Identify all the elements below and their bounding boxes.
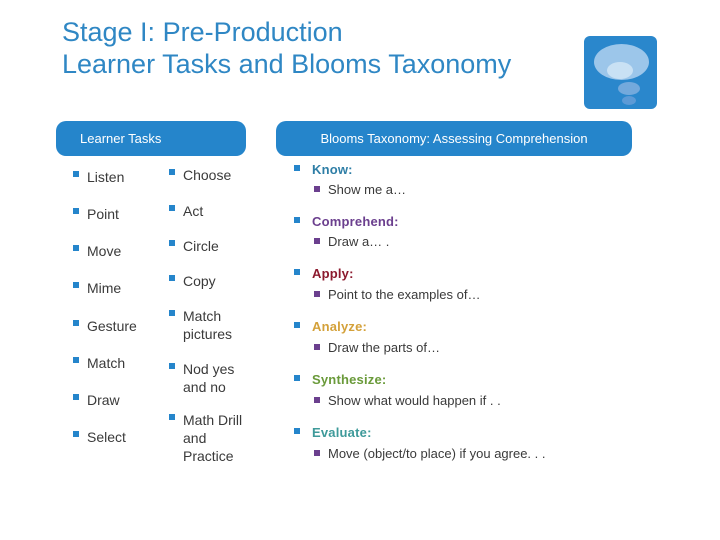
list-item: Draw — [73, 391, 120, 409]
list-item: Gesture — [73, 317, 137, 335]
bullet-icon — [169, 205, 175, 211]
bullet-icon — [294, 217, 300, 223]
bullet-icon — [314, 450, 320, 456]
blooms-example: Draw a… . — [314, 234, 389, 250]
blooms-example: Point to the examples of… — [314, 287, 480, 303]
blooms-level-evaluate: Evaluate: — [294, 425, 372, 441]
bullet-icon — [169, 310, 175, 316]
blooms-taxonomy-header: Blooms Taxonomy: Assessing Comprehension — [276, 121, 632, 156]
thought-bubble-icon — [584, 36, 657, 109]
bullet-icon — [169, 240, 175, 246]
bullet-icon — [314, 397, 320, 403]
bullet-icon — [294, 322, 300, 328]
bullet-icon — [73, 245, 79, 251]
blooms-example: Show me a… — [314, 182, 406, 198]
blooms-level-apply: Apply: — [294, 266, 354, 282]
bullet-icon — [314, 344, 320, 350]
learner-tasks-header-label: Learner Tasks — [80, 131, 162, 146]
list-item: Select — [73, 428, 126, 446]
list-item: Listen — [73, 168, 124, 186]
title-line-1: Stage I: Pre-Production — [62, 17, 343, 47]
blooms-example: Draw the parts of… — [314, 340, 440, 356]
bullet-icon — [169, 363, 175, 369]
bullet-icon — [73, 394, 79, 400]
list-item: Nod yes and no — [169, 360, 249, 396]
blooms-level-know: Know: — [294, 162, 353, 178]
blooms-level-comprehend: Comprehend: — [294, 214, 399, 230]
blooms-level-synthesize: Synthesize: — [294, 372, 386, 388]
bullet-icon — [314, 291, 320, 297]
bullet-icon — [169, 414, 175, 420]
list-item: Mime — [73, 279, 121, 297]
bullet-icon — [73, 171, 79, 177]
bullet-icon — [169, 275, 175, 281]
list-item: Match pictures — [169, 307, 249, 343]
list-item: Copy — [169, 272, 259, 290]
blooms-level-analyze: Analyze: — [294, 319, 367, 335]
bullet-icon — [73, 282, 79, 288]
bullet-icon — [294, 375, 300, 381]
bullet-icon — [314, 238, 320, 244]
list-item: Point — [73, 205, 119, 223]
blooms-example: Show what would happen if . . — [314, 393, 501, 409]
list-item: Act — [169, 202, 259, 220]
list-item: Circle — [169, 237, 259, 255]
list-item: Match — [73, 354, 125, 372]
blooms-taxonomy-header-label: Blooms Taxonomy: Assessing Comprehension — [320, 131, 588, 146]
title-line-2: Learner Tasks and Blooms Taxonomy — [62, 49, 512, 79]
bullet-icon — [169, 169, 175, 175]
bullet-icon — [73, 208, 79, 214]
blooms-example: Move (object/to place) if you agree. . . — [314, 446, 546, 462]
bullet-icon — [73, 357, 79, 363]
list-item: Math Drill and Practice — [169, 411, 254, 465]
bullet-icon — [73, 320, 79, 326]
slide-title: Stage I: Pre-Production Learner Tasks an… — [62, 16, 511, 80]
list-item: Choose — [169, 166, 259, 184]
bullet-icon — [314, 186, 320, 192]
bullet-icon — [73, 431, 79, 437]
bullet-icon — [294, 269, 300, 275]
bullet-icon — [294, 165, 300, 171]
list-item: Move — [73, 242, 121, 260]
bullet-icon — [294, 428, 300, 434]
learner-tasks-header: Learner Tasks — [56, 121, 246, 156]
